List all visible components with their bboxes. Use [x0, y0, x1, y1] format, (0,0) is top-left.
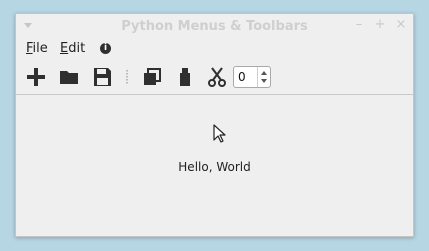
- copy-icon[interactable]: [140, 65, 164, 89]
- central-widget: Hello, World: [16, 95, 413, 237]
- number-spinbox[interactable]: 0: [233, 66, 271, 88]
- save-icon[interactable]: [90, 65, 114, 89]
- spinbox-value[interactable]: 0: [238, 70, 246, 84]
- minimize-icon[interactable]: –: [352, 18, 366, 32]
- spinbox-buttons: [257, 67, 270, 87]
- spin-down-icon[interactable]: [261, 79, 267, 83]
- new-icon[interactable]: [24, 65, 48, 89]
- menu-bar: File Edit i: [16, 39, 413, 58]
- toolbar-separator: [126, 70, 128, 84]
- title-bar[interactable]: Python Menus & Toolbars – + ×: [16, 14, 413, 39]
- menu-file[interactable]: File: [26, 41, 48, 56]
- spin-up-icon[interactable]: [261, 71, 267, 75]
- menu-edit-label: dit: [68, 41, 86, 56]
- mouse-cursor-icon: [213, 124, 227, 148]
- paste-icon[interactable]: [173, 65, 197, 89]
- hello-label: Hello, World: [178, 160, 251, 174]
- maximize-icon[interactable]: +: [373, 18, 387, 32]
- cut-icon[interactable]: [205, 65, 229, 89]
- info-icon[interactable]: i: [100, 43, 111, 54]
- menu-edit-mnemonic: E: [60, 41, 69, 56]
- close-icon[interactable]: ×: [394, 18, 408, 32]
- main-window: Python Menus & Toolbars – + × File Edit …: [15, 13, 414, 237]
- menu-file-label: ile: [32, 41, 48, 56]
- toolbar: 0: [16, 60, 413, 95]
- open-folder-icon[interactable]: [57, 65, 81, 89]
- menu-edit[interactable]: Edit: [60, 41, 85, 56]
